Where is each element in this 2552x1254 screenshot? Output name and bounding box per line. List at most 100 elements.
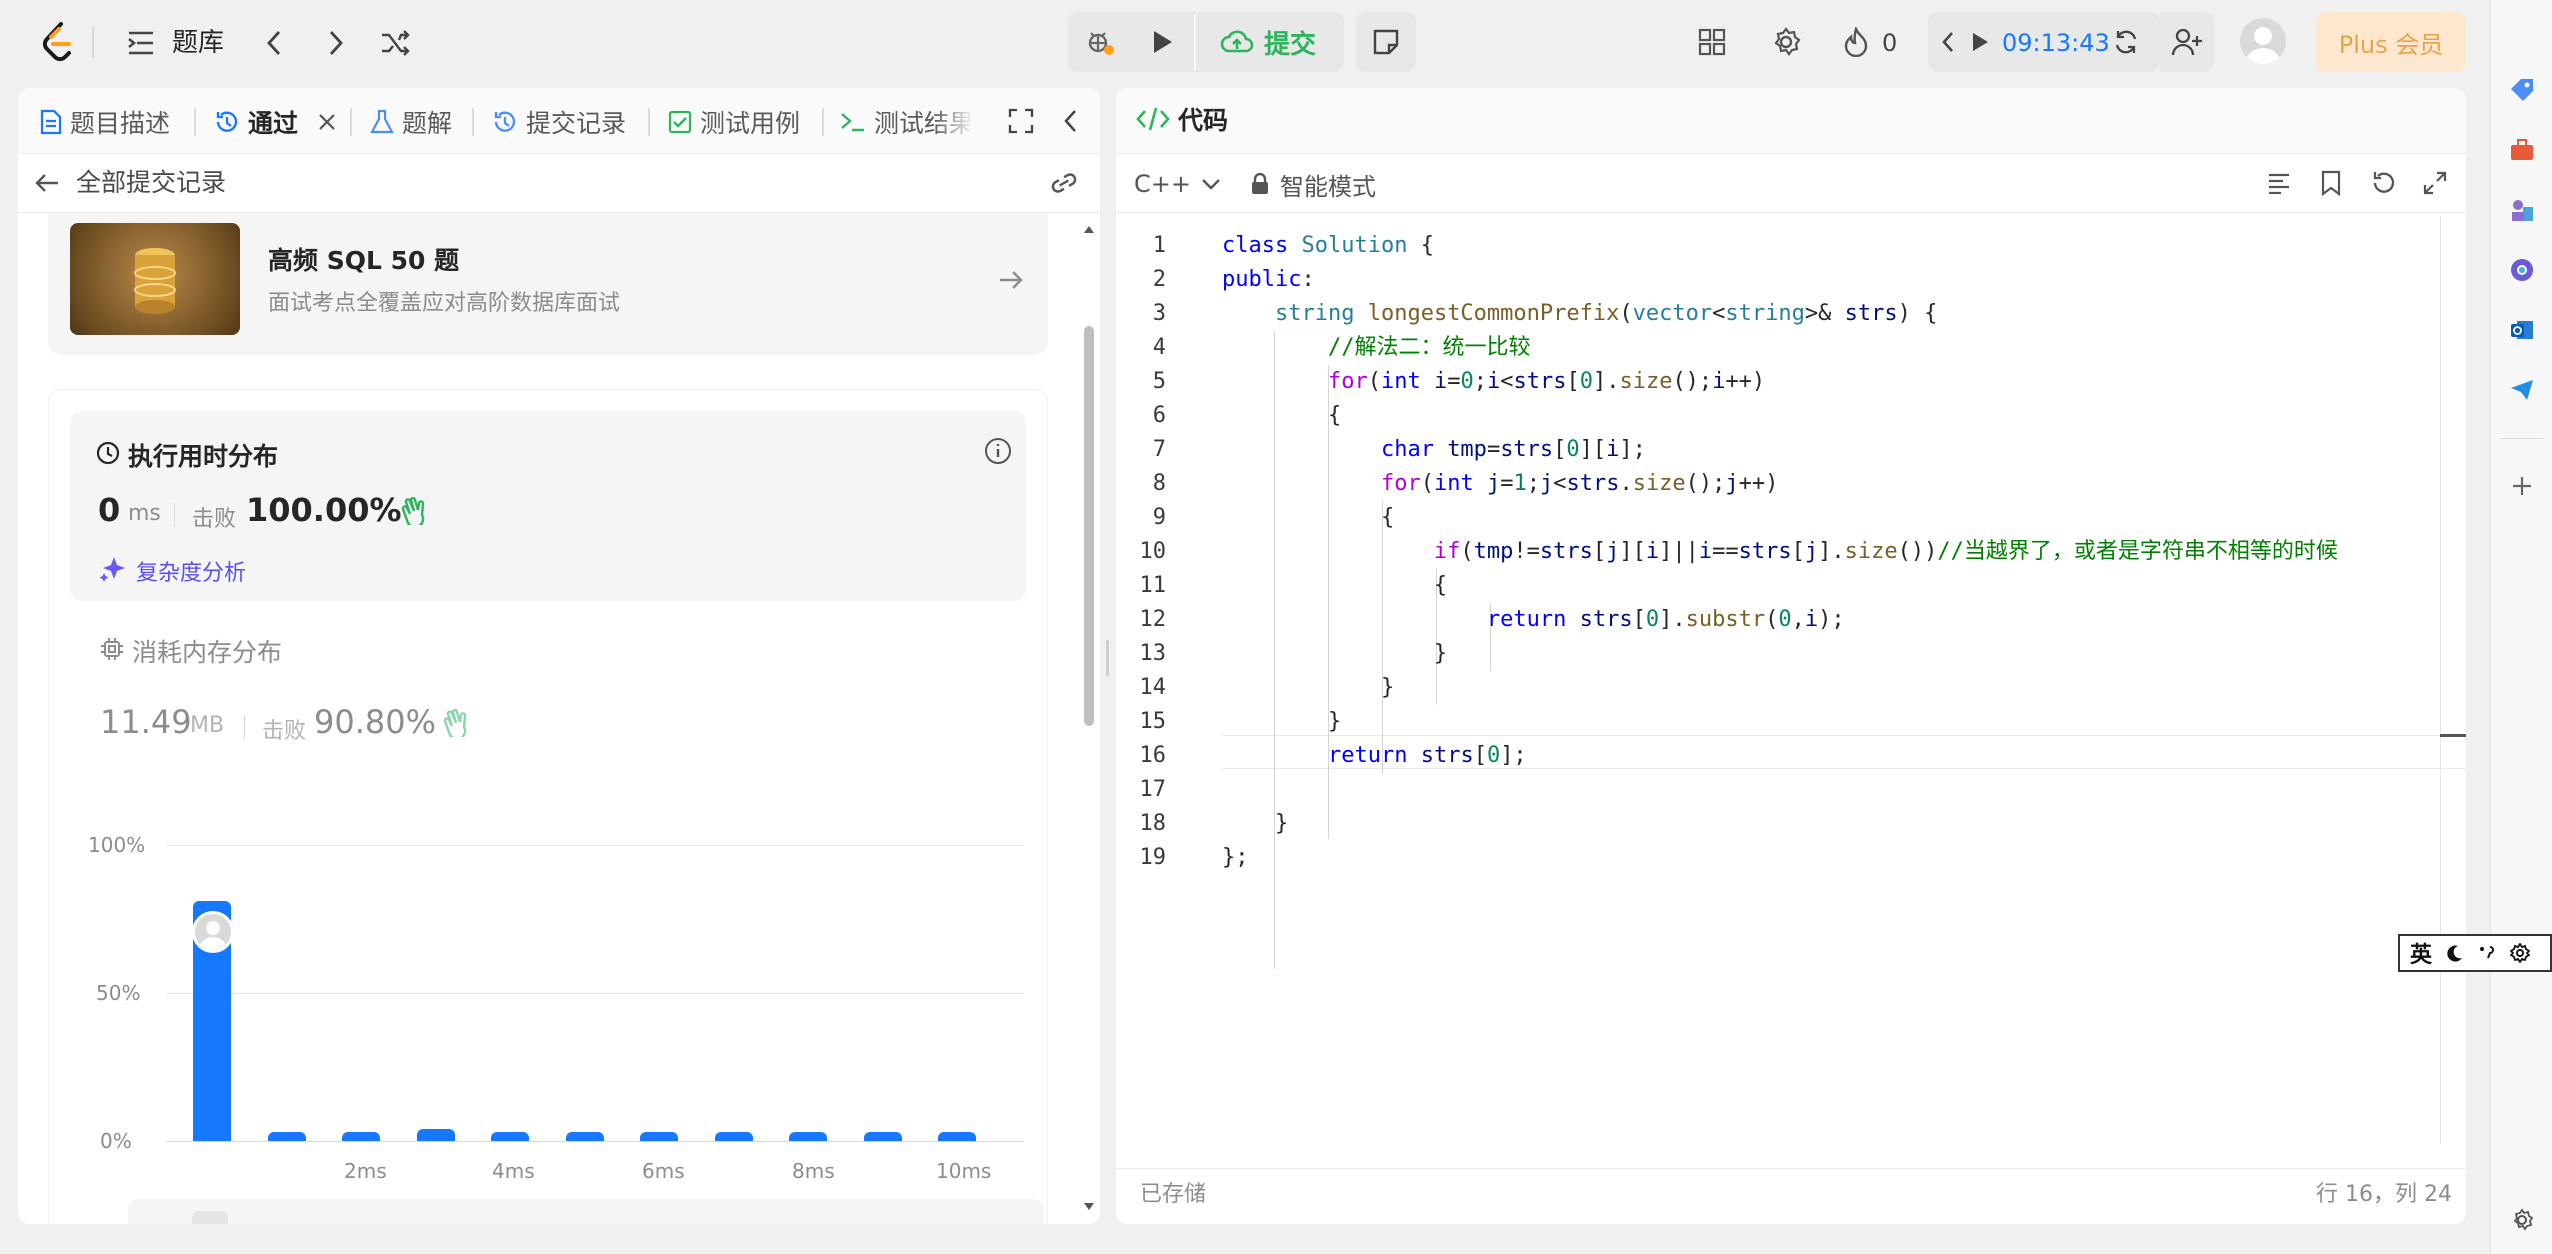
tab-solutions[interactable]: 题解 xyxy=(370,100,452,144)
ime-toolbar[interactable]: 英 xyxy=(2398,934,2552,972)
reset-icon[interactable] xyxy=(2366,166,2400,200)
all-submissions-link[interactable]: 全部提交记录 xyxy=(76,166,226,200)
code-line[interactable]: 3 string longestCommonPrefix(vector<stri… xyxy=(1116,297,2456,331)
close-icon[interactable] xyxy=(316,111,338,133)
moon-icon[interactable] xyxy=(2446,944,2464,962)
info-icon[interactable] xyxy=(984,437,1012,465)
avatar[interactable] xyxy=(2240,18,2286,64)
code-line[interactable]: 17 xyxy=(1116,773,2456,807)
y-tick-label: 50% xyxy=(96,981,141,1005)
streak-fire-icon[interactable] xyxy=(1836,22,1876,62)
code-line[interactable]: 4 //解法二：统一比较 xyxy=(1116,331,2456,365)
code-line[interactable]: 11 { xyxy=(1116,569,2456,603)
add-icon[interactable] xyxy=(2506,470,2538,502)
list-icon[interactable] xyxy=(122,24,160,62)
chart-bar[interactable] xyxy=(416,1129,455,1141)
code-line[interactable]: 6 { xyxy=(1116,399,2456,433)
timer-collapse-icon[interactable] xyxy=(1934,22,1962,62)
code-line[interactable]: 16 return strs[0]; xyxy=(1116,739,2456,773)
submit-button[interactable]: 提交 xyxy=(1194,14,1340,70)
punctuation-icon[interactable] xyxy=(2478,944,2496,962)
runtime-box[interactable]: 执行用时分布 0 ms 击败 100.00% 复杂度分析 xyxy=(70,411,1026,601)
code-line[interactable]: 7 char tmp=strs[0][i]; xyxy=(1116,433,2456,467)
note-icon[interactable] xyxy=(1364,20,1408,64)
tab-accepted[interactable]: 通过 xyxy=(214,100,338,144)
runtime-distribution-chart[interactable]: 100% 50% 0% 2ms 4ms 6ms 8ms 10ms xyxy=(18,813,1100,1224)
leetcode-logo-icon[interactable] xyxy=(38,18,78,66)
send-icon[interactable] xyxy=(2506,374,2538,406)
bookmark-icon[interactable] xyxy=(2314,166,2348,200)
chart-bar[interactable] xyxy=(267,1132,306,1141)
expand-icon[interactable] xyxy=(2418,166,2452,200)
tag-icon[interactable] xyxy=(2506,74,2538,106)
outlook-icon[interactable] xyxy=(2506,314,2538,346)
tab-testcases[interactable]: 测试用例 xyxy=(668,100,800,144)
add-user-icon[interactable] xyxy=(2166,22,2208,62)
tab-label: 题解 xyxy=(402,109,453,138)
format-icon[interactable] xyxy=(2262,166,2296,200)
memory-heading[interactable]: 消耗内存分布 xyxy=(132,633,282,669)
collapse-panel-icon[interactable] xyxy=(1054,104,1088,138)
ime-language[interactable]: 英 xyxy=(2410,937,2432,969)
chart-bar[interactable] xyxy=(342,1132,380,1141)
editor-scrollbar[interactable] xyxy=(2440,216,2441,1144)
code-line[interactable]: 8 for(int j=1;j<strs.size();j++) xyxy=(1116,467,2456,501)
code-line[interactable]: 12 return strs[0].substr(0,i); xyxy=(1116,603,2456,637)
code-line[interactable]: 15 } xyxy=(1116,705,2456,739)
ime-settings-icon[interactable] xyxy=(2510,943,2531,963)
debug-icon[interactable] xyxy=(1078,20,1122,64)
chess-icon[interactable] xyxy=(2506,194,2538,226)
code-line[interactable]: 1 class Solution { xyxy=(1116,229,2456,263)
chart-bar[interactable] xyxy=(714,1132,753,1141)
code-text: public: xyxy=(1222,267,1315,292)
tab-description[interactable]: 题目描述 xyxy=(40,100,170,144)
prev-problem-icon[interactable] xyxy=(256,24,292,62)
rail-settings-icon[interactable] xyxy=(2506,1204,2538,1236)
scroll-thumb[interactable] xyxy=(1084,326,1094,726)
chart-bar[interactable] xyxy=(863,1132,902,1141)
left-scrollbar[interactable] xyxy=(1082,216,1096,1216)
code-line[interactable]: 9 { xyxy=(1116,501,2456,535)
timer-play-icon[interactable] xyxy=(1966,22,1994,62)
shuffle-icon[interactable] xyxy=(376,24,416,62)
problem-bank-link[interactable]: 题库 xyxy=(172,24,224,62)
back-arrow-icon[interactable] xyxy=(30,166,64,200)
code-editor[interactable]: 1 class Solution {2 public: 3 string longes… xyxy=(1116,229,2466,1149)
smart-mode-toggle[interactable]: 智能模式 xyxy=(1250,166,1376,202)
code-line[interactable]: 5 for(int i=0;i<strs[0].size();i++) xyxy=(1116,365,2456,399)
x-tick-label: 8ms xyxy=(792,1159,835,1183)
language-select[interactable]: C++ xyxy=(1134,166,1221,202)
chart-bar[interactable] xyxy=(789,1132,827,1141)
code-line[interactable]: 18 } xyxy=(1116,807,2456,841)
tab-test-result[interactable]: 测试结果 xyxy=(840,100,970,144)
code-line[interactable]: 13 } xyxy=(1116,637,2456,671)
timer-display[interactable]: 09:13:43 xyxy=(2002,26,2110,60)
chart-bar[interactable] xyxy=(491,1132,529,1141)
panel-splitter[interactable] xyxy=(1106,640,1109,676)
code-line[interactable]: 19}; xyxy=(1116,841,2456,875)
tab-submissions[interactable]: 提交记录 xyxy=(492,100,626,144)
code-line[interactable]: 2 public: xyxy=(1116,263,2456,297)
plus-member-button[interactable]: Plus 会员 xyxy=(2316,12,2466,72)
history-icon xyxy=(494,111,516,132)
next-problem-icon[interactable] xyxy=(318,24,354,62)
settings-gear-icon[interactable] xyxy=(1766,22,1806,62)
submit-label: 提交 xyxy=(1263,29,1316,60)
runtime-beat-value: 100.00% xyxy=(246,491,402,529)
complexity-analysis-link[interactable]: 复杂度分析 xyxy=(136,555,246,587)
toolbox-icon[interactable] xyxy=(2506,134,2538,166)
code-line[interactable]: 10 if(tmp!=strs[j][i]||i==strs[j].size()… xyxy=(1116,535,2456,569)
layout-icon[interactable] xyxy=(1692,22,1732,62)
copilot-icon[interactable] xyxy=(2506,254,2538,286)
chart-bar[interactable] xyxy=(938,1132,976,1141)
run-button[interactable] xyxy=(1140,20,1184,64)
share-link-icon[interactable] xyxy=(1046,166,1082,200)
chart-bar[interactable] xyxy=(640,1132,678,1141)
code-line[interactable]: 14 } xyxy=(1116,671,2456,705)
timer-reset-icon[interactable] xyxy=(2108,22,2144,62)
fullscreen-icon[interactable] xyxy=(1004,104,1038,138)
y-tick-label: 100% xyxy=(88,833,146,857)
language-label: C++ xyxy=(1134,170,1191,198)
promo-card[interactable]: 高频 SQL 50 题 面试考点全覆盖应对高阶数据库面试 xyxy=(48,213,1048,355)
chart-bar[interactable] xyxy=(565,1132,604,1141)
